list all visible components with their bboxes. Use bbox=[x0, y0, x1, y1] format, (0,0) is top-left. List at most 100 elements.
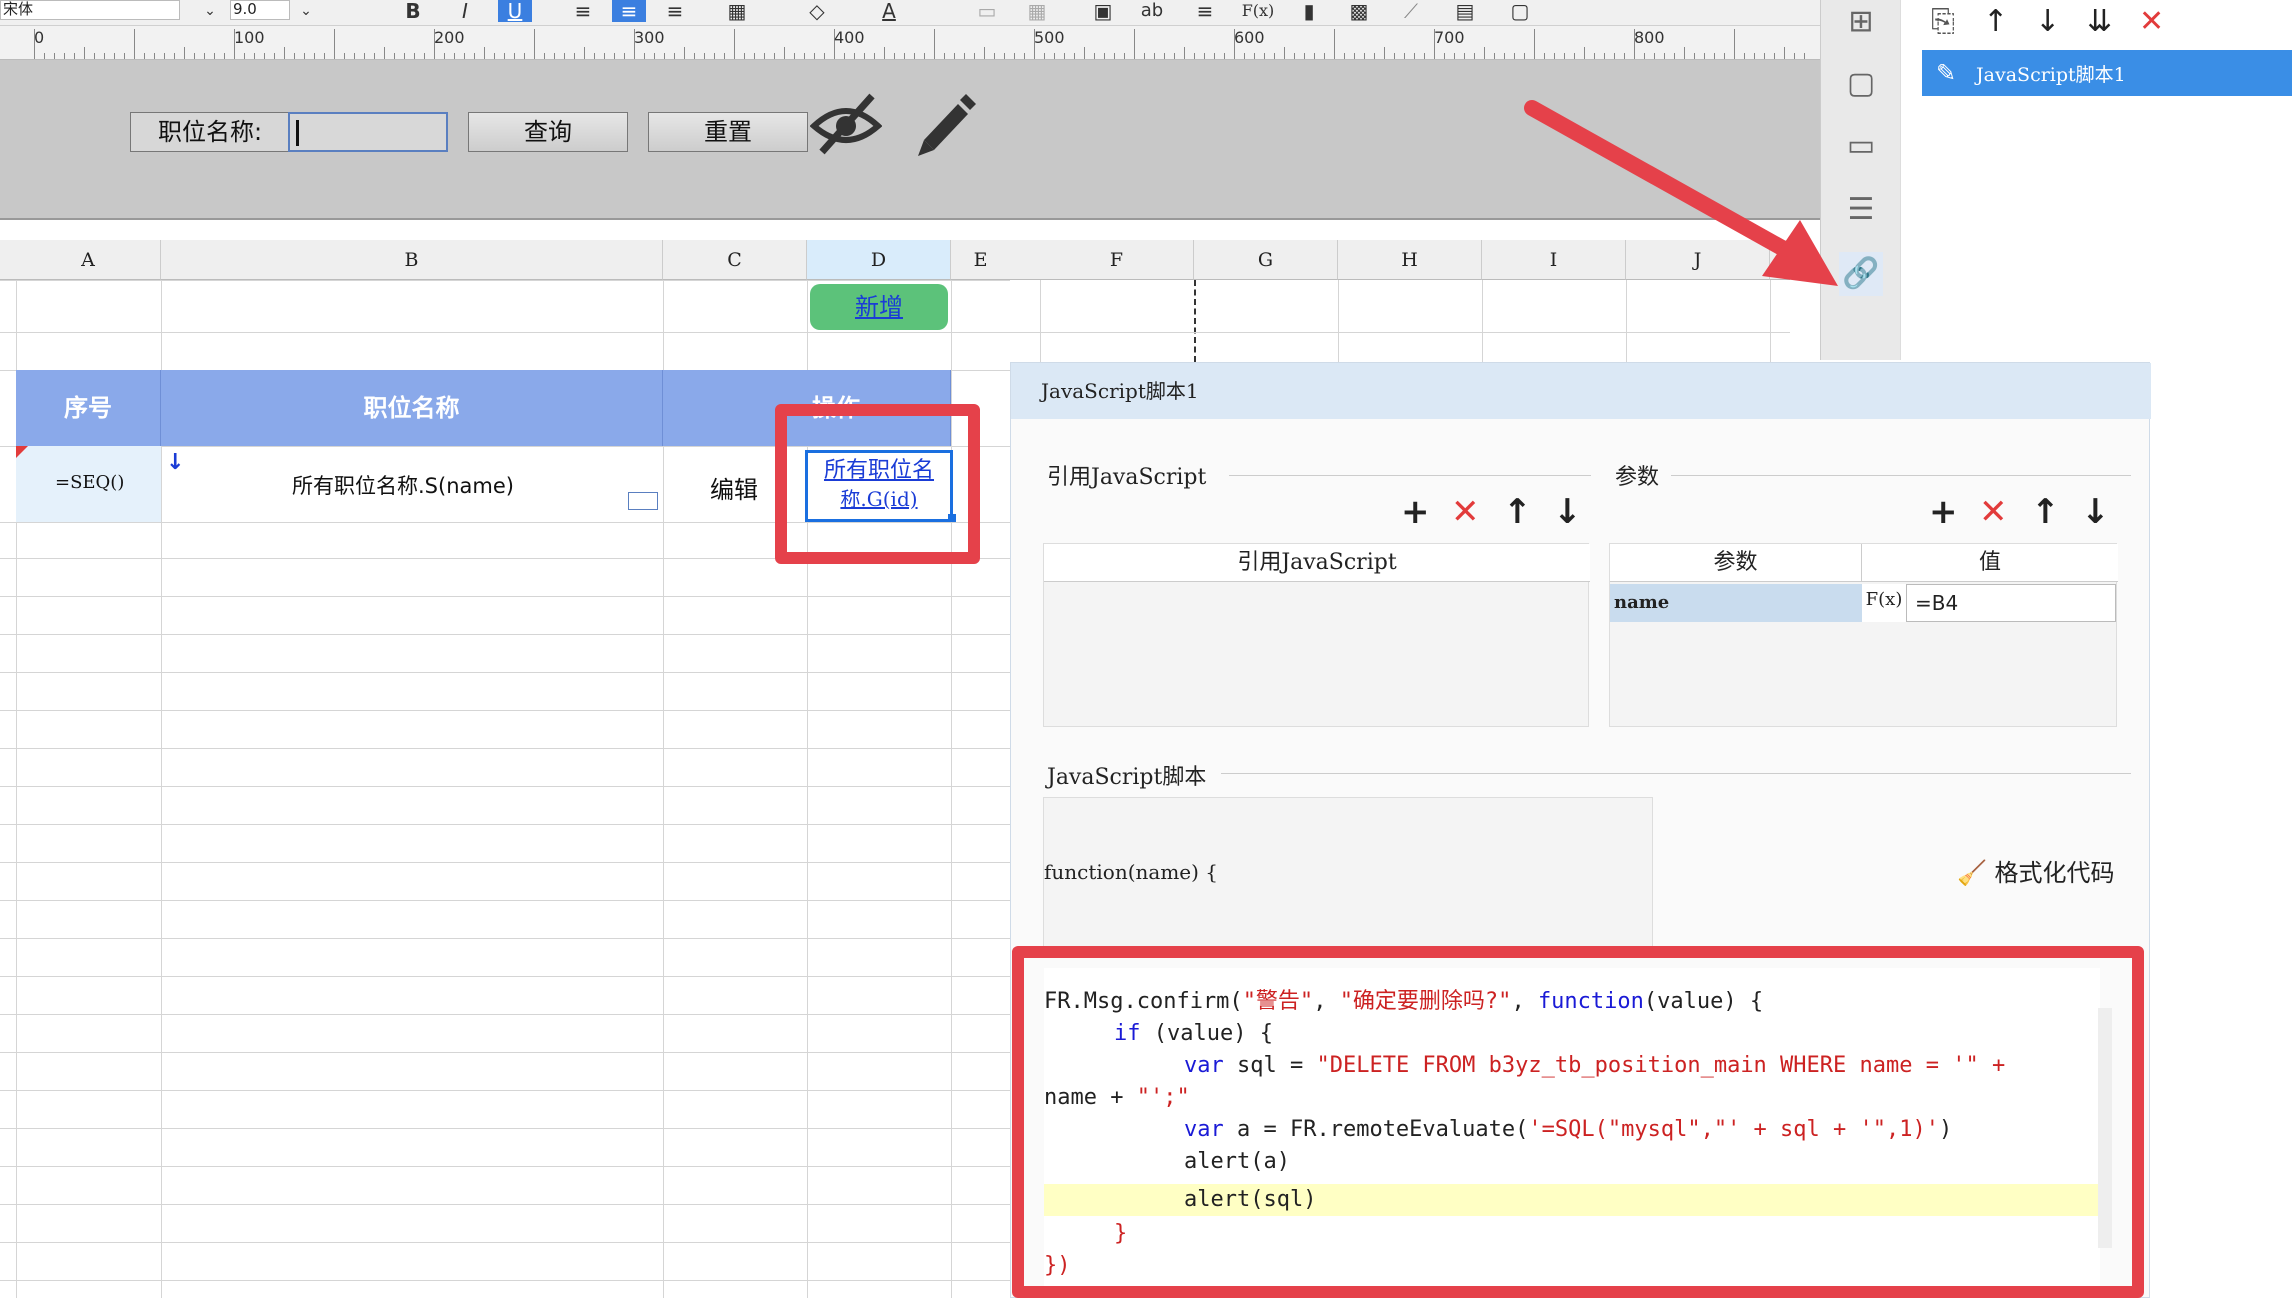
sub-report-icon[interactable]: ▤ bbox=[1448, 0, 1482, 22]
cell-seq-formula[interactable]: =SEQ() bbox=[55, 472, 124, 493]
column-header-c[interactable]: C bbox=[663, 240, 807, 280]
ruler-tick bbox=[1474, 53, 1475, 59]
move-down-icon[interactable]: ↓ bbox=[2035, 4, 2060, 40]
underline-button[interactable]: U bbox=[498, 0, 532, 22]
grid-row-line bbox=[0, 1204, 1010, 1205]
column-header-e[interactable]: E bbox=[951, 240, 1011, 280]
formula-fx-button[interactable]: F(x) bbox=[1862, 584, 1906, 622]
grid-row-line bbox=[0, 1280, 1010, 1281]
delete-icon[interactable]: ✕ bbox=[2139, 4, 2164, 40]
font-color-icon[interactable]: A bbox=[872, 0, 906, 22]
remove-ref-button[interactable]: ✕ bbox=[1451, 495, 1480, 529]
column-header-g[interactable]: G bbox=[1194, 240, 1338, 280]
ruler-tick bbox=[1324, 53, 1325, 59]
reset-button[interactable]: 重置 bbox=[648, 112, 808, 152]
ruler-tick bbox=[1194, 53, 1195, 59]
format-code-button[interactable]: 🧹 格式化代码 bbox=[1957, 853, 2115, 888]
ruler-tick bbox=[1524, 53, 1525, 59]
picture-icon[interactable]: ▩ bbox=[1342, 0, 1376, 22]
ruler-tick bbox=[254, 53, 255, 59]
border-icon[interactable]: ▦ bbox=[720, 0, 754, 22]
hyperlink-icon[interactable]: ⟋ bbox=[1394, 0, 1428, 22]
ruler-tick bbox=[174, 53, 175, 59]
ruler-tick bbox=[1444, 53, 1445, 59]
ruler-tick bbox=[1054, 53, 1055, 59]
chevron-down-icon[interactable]: ⌄ bbox=[296, 0, 316, 22]
column-header-f[interactable]: F bbox=[1040, 240, 1194, 280]
ruler-tick bbox=[974, 53, 975, 59]
align-right-icon[interactable]: ≡ bbox=[658, 0, 692, 22]
ruler-tick bbox=[1364, 53, 1365, 59]
remove-param-button[interactable]: ✕ bbox=[1979, 495, 2008, 529]
javascript-item-label: JavaScript脚本1 bbox=[1976, 64, 2126, 86]
ruler-tick bbox=[404, 53, 405, 59]
move-param-down-button[interactable]: ↓ bbox=[2081, 495, 2110, 529]
ruler-tick bbox=[754, 53, 755, 59]
add-param-button[interactable]: + bbox=[1929, 495, 1958, 529]
column-header-b[interactable]: B bbox=[161, 240, 663, 280]
move-param-up-button[interactable]: ↑ bbox=[2031, 495, 2060, 529]
copy-icon[interactable]: ⎘ bbox=[1931, 4, 1955, 40]
list-icon[interactable]: ≡ bbox=[1188, 0, 1222, 22]
chart-icon[interactable]: ▮ bbox=[1292, 0, 1326, 22]
grid-row-line bbox=[0, 280, 1010, 281]
split-cells-icon[interactable]: ▦ bbox=[1020, 0, 1054, 22]
font-name-select[interactable]: 宋体 bbox=[0, 0, 180, 20]
align-center-icon[interactable]: ≡ bbox=[612, 0, 646, 22]
column-header-h[interactable]: H bbox=[1338, 240, 1482, 280]
params-table[interactable]: 参数 值 name F(x) =B4 bbox=[1609, 543, 2118, 727]
italic-button[interactable]: I bbox=[452, 0, 478, 22]
move-up-icon[interactable]: ↑ bbox=[1983, 4, 2008, 40]
ruler-tick bbox=[484, 47, 485, 59]
widget-icon[interactable]: ▢ bbox=[1500, 0, 1540, 22]
ruler-tick bbox=[1404, 53, 1405, 59]
ruler-tick bbox=[1294, 53, 1295, 59]
ruler-tick bbox=[1464, 53, 1465, 59]
chevron-down-icon[interactable]: ⌄ bbox=[200, 0, 220, 22]
format-code-label: 格式化代码 bbox=[1994, 859, 2115, 887]
ruler-tick bbox=[1224, 53, 1225, 59]
cell-widget-icon bbox=[628, 492, 658, 510]
add-ref-button[interactable]: + bbox=[1401, 495, 1430, 529]
ref-javascript-column: 引用JavaScript bbox=[1044, 544, 1590, 582]
fill-color-icon[interactable]: ◇ bbox=[800, 0, 834, 22]
move-ref-down-button[interactable]: ↓ bbox=[1553, 495, 1582, 529]
ruler-tick bbox=[1654, 53, 1655, 59]
data-set-icon[interactable]: ⊞ bbox=[1839, 0, 1883, 44]
cell-edit[interactable]: 编辑 bbox=[710, 470, 758, 505]
grid-row-line bbox=[0, 748, 1010, 749]
move-ref-up-button[interactable]: ↑ bbox=[1503, 495, 1532, 529]
move-bottom-icon[interactable]: ⇊ bbox=[2087, 4, 2112, 40]
ruler-tick bbox=[714, 53, 715, 59]
param-row-name[interactable]: name bbox=[1610, 584, 1862, 622]
align-left-icon[interactable]: ≡ bbox=[566, 0, 600, 22]
ruler-tick bbox=[1454, 53, 1455, 59]
ruler-tick bbox=[654, 53, 655, 59]
param-row-value[interactable]: =B4 bbox=[1906, 584, 2116, 622]
ruler-label: 300 bbox=[634, 28, 665, 47]
formula-icon[interactable]: F(x) bbox=[1238, 0, 1278, 22]
text-ab-icon[interactable]: ab bbox=[1132, 0, 1172, 22]
insert-image-icon[interactable]: ▣ bbox=[1086, 0, 1120, 22]
position-name-input[interactable] bbox=[288, 112, 448, 152]
pencil-icon[interactable] bbox=[910, 90, 980, 160]
merge-cells-icon[interactable]: ▭ bbox=[970, 0, 1004, 22]
cell-position-name[interactable]: 所有职位名称.S(name) bbox=[292, 470, 514, 500]
ruler-tick bbox=[954, 53, 955, 59]
javascript-item-selected[interactable]: ✎ JavaScript脚本1 bbox=[1922, 50, 2292, 96]
column-header-d[interactable]: D bbox=[807, 240, 951, 280]
ref-javascript-table[interactable]: 引用JavaScript bbox=[1043, 543, 1590, 727]
bold-button[interactable]: B bbox=[400, 0, 426, 22]
font-size-select[interactable]: 9.0 bbox=[230, 0, 290, 20]
query-button[interactable]: 查询 bbox=[468, 112, 628, 152]
add-button[interactable]: 新增 bbox=[810, 284, 948, 330]
expand-down-icon: ↓ bbox=[166, 450, 185, 475]
grid-row-line bbox=[0, 1166, 1010, 1167]
eye-hidden-icon[interactable] bbox=[810, 90, 882, 156]
ruler-tick bbox=[1154, 53, 1155, 59]
ruler-tick bbox=[1304, 53, 1305, 59]
ruler-tick bbox=[874, 53, 875, 59]
column-header-a[interactable]: A bbox=[16, 240, 161, 280]
ruler-tick bbox=[1214, 53, 1215, 59]
ruler-tick bbox=[204, 53, 205, 59]
